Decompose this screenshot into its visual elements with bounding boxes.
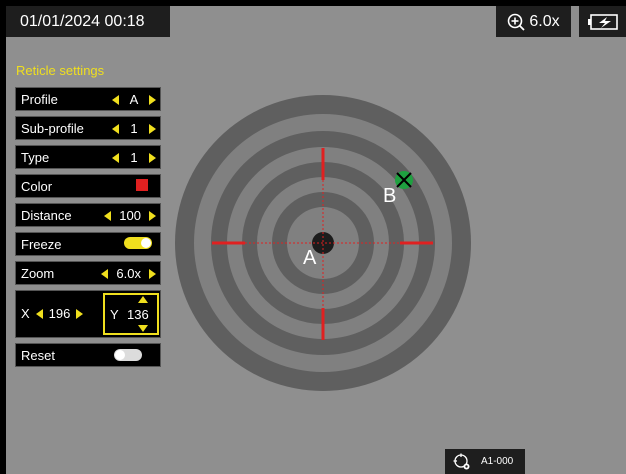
menu-item-label: Color bbox=[21, 179, 53, 194]
menu-item-zoom[interactable]: Zoom 6.0x bbox=[15, 261, 161, 285]
impact-marker-icon bbox=[395, 171, 413, 189]
menu-item-label: Type bbox=[21, 150, 50, 165]
menu-item-type[interactable]: Type 1 bbox=[15, 145, 161, 169]
x-value: 196 bbox=[48, 306, 71, 321]
arrow-right-icon[interactable] bbox=[149, 268, 156, 279]
zoom-value: 6.0x bbox=[529, 12, 560, 30]
arrow-left-icon[interactable] bbox=[112, 123, 119, 134]
arrow-left-icon[interactable] bbox=[112, 152, 119, 163]
profile-value: A bbox=[129, 92, 139, 107]
arrow-left-icon[interactable] bbox=[35, 308, 43, 319]
menu-item-label: Zoom bbox=[21, 266, 55, 281]
menu-item-label: Distance bbox=[21, 208, 72, 223]
menu-item-color[interactable]: Color bbox=[15, 174, 161, 198]
color-swatch[interactable] bbox=[136, 179, 148, 191]
type-value: 1 bbox=[130, 150, 138, 165]
point-a-label: A bbox=[303, 247, 317, 269]
profile-code: A1-000 bbox=[481, 456, 514, 467]
menu-item-profile[interactable]: Profile A bbox=[15, 87, 161, 111]
menu-item-label: Sub-profile bbox=[21, 121, 84, 136]
y-label: Y bbox=[110, 307, 119, 322]
arrow-up-icon[interactable] bbox=[138, 296, 148, 303]
menu-item-freeze[interactable]: Freeze bbox=[15, 232, 161, 256]
menu-item-label: Reset bbox=[21, 348, 55, 363]
menu-item-reset[interactable]: Reset bbox=[15, 343, 161, 367]
point-b-label: B bbox=[383, 185, 397, 207]
freeze-toggle[interactable] bbox=[124, 237, 152, 249]
arrow-left-icon[interactable] bbox=[112, 94, 119, 105]
battery-indicator bbox=[579, 6, 626, 37]
arrow-left-icon[interactable] bbox=[101, 268, 109, 279]
distance-value: 100 bbox=[119, 208, 141, 223]
reset-toggle[interactable] bbox=[114, 349, 142, 361]
sub-profile-value: 1 bbox=[130, 121, 138, 136]
zoom-indicator: 6.0x bbox=[496, 6, 571, 37]
menu-item-label: Profile bbox=[21, 92, 58, 107]
arrow-right-icon[interactable] bbox=[76, 308, 84, 319]
x-label: X bbox=[21, 306, 30, 321]
menu-title: Reticle settings bbox=[16, 63, 105, 78]
datetime-display: 01/01/2024 00:18 bbox=[6, 6, 170, 37]
arrow-right-icon[interactable] bbox=[149, 210, 156, 221]
xy-adjust-row: X 196 Y 136 bbox=[15, 290, 161, 338]
arrow-left-icon[interactable] bbox=[104, 210, 112, 221]
arrow-right-icon[interactable] bbox=[149, 123, 156, 134]
menu-item-sub-profile[interactable]: Sub-profile 1 bbox=[15, 116, 161, 140]
reticle-settings-menu: Profile A Sub-profile 1 Type 1 Color Dis… bbox=[15, 87, 161, 290]
zoom-in-icon bbox=[508, 13, 526, 31]
profile-status: A1-000 bbox=[445, 449, 525, 474]
menu-item-label: Freeze bbox=[21, 237, 62, 252]
y-value: 136 bbox=[127, 307, 149, 322]
zoom-setting-value: 6.0x bbox=[116, 266, 141, 281]
reticle-settings-icon bbox=[453, 453, 470, 469]
battery-charging-icon bbox=[587, 13, 618, 30]
arrow-down-icon[interactable] bbox=[138, 325, 148, 332]
arrow-right-icon[interactable] bbox=[149, 152, 156, 163]
menu-item-distance[interactable]: Distance 100 bbox=[15, 203, 161, 227]
arrow-right-icon[interactable] bbox=[149, 94, 156, 105]
y-adjust[interactable]: Y 136 bbox=[103, 293, 159, 335]
x-adjust[interactable]: X 196 bbox=[21, 306, 84, 321]
